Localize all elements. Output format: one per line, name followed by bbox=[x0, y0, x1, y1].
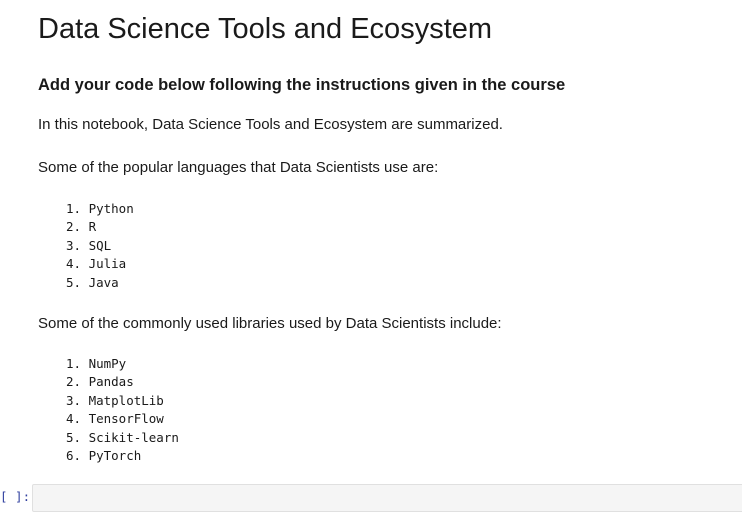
list-item: 2. R bbox=[66, 219, 97, 235]
languages-list: 1. Python 2. R 3. SQL 4. Julia 5. Java bbox=[66, 200, 134, 292]
notebook-title: Data Science Tools and Ecosystem bbox=[38, 13, 493, 45]
libraries-list: 1. NumPy 2. Pandas 3. MatplotLib 4. Tens… bbox=[66, 355, 179, 465]
code-cell-input[interactable] bbox=[32, 484, 742, 512]
notebook-subtitle: Add your code below following the instru… bbox=[38, 76, 566, 94]
languages-intro-text: Some of the popular languages that Data … bbox=[38, 159, 439, 176]
list-item: 5. Java bbox=[66, 274, 119, 290]
list-item: 4. Julia bbox=[66, 256, 127, 272]
list-item: 1. Python bbox=[66, 201, 134, 216]
list-item: 1. NumPy bbox=[66, 356, 127, 371]
list-item: 6. PyTorch bbox=[66, 447, 142, 463]
libraries-intro-text: Some of the commonly used libraries used… bbox=[38, 315, 502, 332]
list-item: 3. SQL bbox=[66, 237, 112, 253]
list-item: 4. TensorFlow bbox=[66, 411, 164, 427]
intro-text: In this notebook, Data Science Tools and… bbox=[38, 116, 503, 133]
code-cell-prompt: [ ]: bbox=[0, 489, 31, 504]
list-item: 5. Scikit-learn bbox=[66, 429, 179, 445]
list-item: 2. Pandas bbox=[66, 374, 134, 390]
list-item: 3. MatplotLib bbox=[66, 392, 164, 408]
